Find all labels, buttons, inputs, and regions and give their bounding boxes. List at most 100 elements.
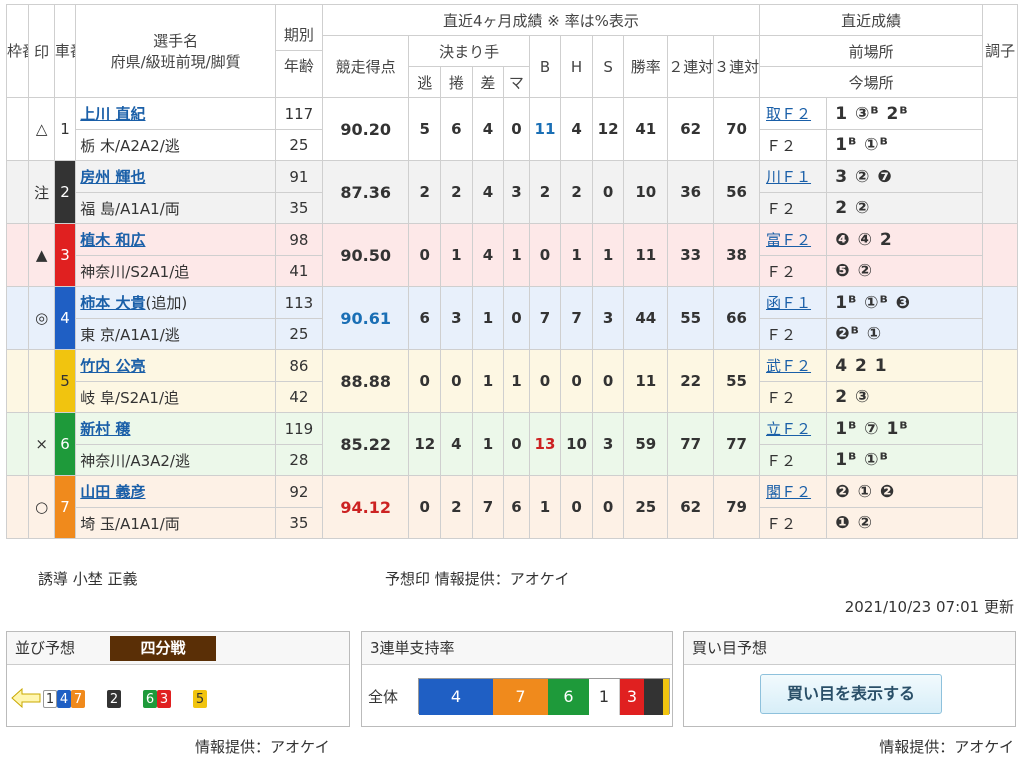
condition <box>982 223 1018 287</box>
prev-venue-link[interactable]: 立Ｆ２ <box>766 420 811 438</box>
age: 41 <box>274 255 323 287</box>
provider-right: 情報提供：アオケイ <box>879 738 1014 756</box>
back-count: 13 <box>528 412 562 476</box>
win-rate: 11 <box>623 349 669 413</box>
rider-name-link[interactable]: 竹内 公亮 <box>80 357 145 375</box>
curr-results: 1ᴮ ①ᴮ <box>826 444 984 476</box>
win-rate: 11 <box>623 223 669 287</box>
support-rate-header: 3連単支持率 <box>362 632 672 665</box>
trio-rate: 66 <box>713 286 761 350</box>
home-count: 7 <box>560 286 593 350</box>
curr-venue: Ｆ２ <box>759 381 828 413</box>
period: 91 <box>274 160 323 193</box>
race-score: 88.88 <box>321 349 410 413</box>
support-segment <box>663 679 669 715</box>
kimarite-mark: 1 <box>503 349 530 413</box>
header-waku: 枠番 <box>5 4 30 98</box>
rider-name-cell: 竹内 公亮 <box>75 349 276 382</box>
prev-venue-cell: 武Ｆ２ <box>759 349 828 382</box>
kimarite-nige: 0 <box>408 349 442 413</box>
curr-venue: Ｆ２ <box>759 192 828 224</box>
prev-results: 1ᴮ ⑦ 1ᴮ <box>826 412 984 445</box>
prev-venue-link[interactable]: 武Ｆ２ <box>766 357 811 375</box>
back-count: 0 <box>528 349 562 413</box>
show-bets-button[interactable]: 買い目を表示する <box>760 674 942 714</box>
support-rate-title: 3連単支持率 <box>370 639 455 657</box>
rider-name-cell: 柿本 大貴(追加) <box>75 286 276 319</box>
prev-results: 1ᴮ ①ᴮ ❸ <box>826 286 984 319</box>
condition <box>982 160 1018 224</box>
header-recent: 直近成績 <box>759 4 984 36</box>
quinella-rate: 77 <box>667 412 715 476</box>
updated-time: 2021/10/23 07:01 更新 <box>844 598 1014 616</box>
prev-venue-cell: 富Ｆ２ <box>759 223 828 256</box>
start-count: 3 <box>591 286 625 350</box>
curr-venue: Ｆ２ <box>759 318 828 350</box>
race-type-badge: 四分戦 <box>110 636 216 661</box>
rider-name-link[interactable]: 房州 輝也 <box>80 168 145 186</box>
kimarite-nige: 6 <box>408 286 442 350</box>
condition <box>982 349 1018 413</box>
start-count: 3 <box>591 412 625 476</box>
prev-venue-link[interactable]: 取Ｆ２ <box>766 105 811 123</box>
start-count: 0 <box>591 160 625 224</box>
line-car-number: 4 <box>57 689 71 708</box>
curr-results: 2 ② <box>826 192 984 224</box>
rider-name-link[interactable]: 植木 和広 <box>80 231 145 249</box>
race-score: 90.20 <box>321 97 410 161</box>
prev-venue-link[interactable]: 閣Ｆ２ <box>766 483 811 501</box>
kimarite-makuri: 2 <box>440 160 473 224</box>
prev-venue-link[interactable]: 函Ｆ１ <box>766 294 811 312</box>
rider-name-link[interactable]: 新村 穣 <box>80 420 130 438</box>
header-mark-k: マ <box>503 66 530 98</box>
frame-number <box>5 286 30 350</box>
provider-left: 情報提供：アオケイ <box>195 738 330 756</box>
prev-venue-link[interactable]: 富Ｆ２ <box>766 231 811 249</box>
rider-name-link[interactable]: 柿本 大貴 <box>80 294 145 312</box>
line-groups: 147 2 63 5 <box>11 687 229 709</box>
line-car-number: 3 <box>157 689 171 708</box>
line-group: 147 <box>43 688 85 708</box>
prev-venue-cell: 函Ｆ１ <box>759 286 828 319</box>
line-group: 63 <box>143 688 171 708</box>
trio-rate: 56 <box>713 160 761 224</box>
line-prediction-title: 並び予想 <box>15 639 76 657</box>
prev-venue-link[interactable]: 川Ｆ１ <box>766 168 811 186</box>
kimarite-sashi: 7 <box>471 475 505 539</box>
car-number: 6 <box>53 412 77 476</box>
header-score: 競走得点 <box>321 35 410 98</box>
header-sashi: 差 <box>471 66 505 98</box>
support-rate-bar: 47613 <box>418 678 670 715</box>
prev-venue-cell: 閣Ｆ２ <box>759 475 828 508</box>
trio-rate: 79 <box>713 475 761 539</box>
kimarite-makuri: 3 <box>440 286 473 350</box>
rider-prefecture: 神奈川/A3A2/逃 <box>75 444 276 476</box>
support-segment: 1 <box>589 679 620 715</box>
line-car-number: 7 <box>71 689 85 708</box>
condition <box>982 97 1018 161</box>
guide-rider: 誘導 小埜 正義 <box>38 570 138 588</box>
start-count: 0 <box>591 349 625 413</box>
prev-results: 3 ② ❼ <box>826 160 984 193</box>
back-count: 7 <box>528 286 562 350</box>
rider-row: ◎ 4 柿本 大貴(追加) 113 90.61 6 3 1 0 7 7 3 44 55 66 函Ｆ１ 1ᴮ ①ᴮ… <box>5 286 1018 350</box>
rider-name-cell: 山田 義彦 <box>75 475 276 508</box>
kimarite-makuri: 2 <box>440 475 473 539</box>
rider-name-link[interactable]: 山田 義彦 <box>80 483 145 501</box>
home-count: 0 <box>560 475 593 539</box>
kimarite-mark: 1 <box>503 223 530 287</box>
frame-number <box>5 412 30 476</box>
prediction-mark: △ <box>28 97 55 161</box>
home-count: 10 <box>560 412 593 476</box>
kimarite-sashi: 1 <box>471 349 505 413</box>
line-car-number: 1 <box>43 689 57 708</box>
frame-number <box>5 97 30 161</box>
win-rate: 41 <box>623 97 669 161</box>
support-segment: 7 <box>493 679 548 715</box>
line-car-number: 2 <box>107 689 121 708</box>
kimarite-sashi: 4 <box>471 97 505 161</box>
rider-list: △ 1 上川 直紀 117 90.20 5 6 4 0 11 4 12 41 62 70 取Ｆ２ 1 ③ᴮ 2ᴮ… <box>5 97 1018 539</box>
header-car: 車番 <box>53 4 77 98</box>
period: 92 <box>274 475 323 508</box>
rider-name-link[interactable]: 上川 直紀 <box>80 105 145 123</box>
